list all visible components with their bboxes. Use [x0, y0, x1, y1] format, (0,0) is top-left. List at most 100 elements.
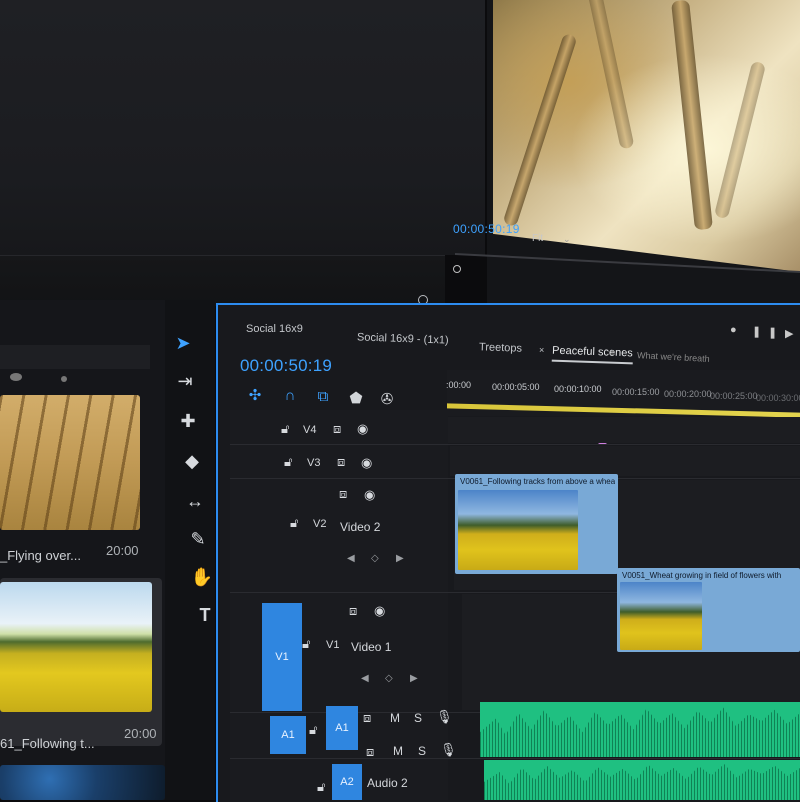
tab-peaceful-scenes[interactable]: Peaceful scenes — [551, 344, 633, 365]
program-timecode[interactable]: 00:00:50:19 — [453, 222, 520, 236]
solo-button[interactable]: S — [418, 744, 426, 758]
sync-lock-icon[interactable]: ⧈ — [333, 421, 341, 437]
eye-icon[interactable]: ◉ — [361, 455, 372, 471]
ruler-tick-label: 00:00:20:00 — [664, 389, 712, 399]
source-monitor-controls — [0, 255, 445, 306]
track-target-a2[interactable]: A2 — [332, 764, 362, 800]
clip-duration: 20:00 — [124, 726, 157, 741]
eye-icon[interactable]: ◉ — [357, 421, 368, 437]
add-keyframe-icon[interactable]: ◇ — [385, 673, 393, 684]
clip-thumbnail[interactable] — [0, 765, 165, 800]
track-label-v2: V2 — [313, 518, 327, 530]
sync-lock-icon[interactable]: ⧈ — [366, 744, 374, 760]
microphone-icon[interactable]: 🎙︎ — [436, 709, 453, 725]
next-keyframe-icon[interactable]: ▶ — [410, 673, 418, 684]
tab-menu-icon[interactable]: ≡ — [610, 348, 615, 358]
audio-clip-a1[interactable] — [480, 702, 800, 757]
clip-thumbnail — [620, 582, 702, 650]
ruler-tick-label: :00:00 — [446, 380, 472, 390]
clip-title: V0051_Wheat growing in field of flowers … — [622, 571, 782, 580]
track-divider — [230, 758, 800, 759]
linked-selection-icon[interactable]: ⧉ — [313, 386, 333, 406]
clip-title: V0061_Following tracks from above a whea… — [460, 477, 615, 486]
video-clip-v2[interactable]: V0061_Following tracks from above a whea… — [455, 474, 618, 574]
tools-panel: ➤ ⇥ ✚ ◆ ↔ ✎ ✋ T — [165, 300, 215, 800]
source-monitor — [0, 0, 485, 255]
project-search-bar[interactable] — [0, 345, 150, 369]
lock-icon[interactable]: 🔓︎ — [290, 515, 298, 531]
tab-treetops[interactable]: Treetops — [479, 341, 522, 354]
track-name-video-2: Video 2 — [340, 520, 381, 534]
chevron-down-icon[interactable]: ⌄ — [563, 234, 571, 245]
add-marker-icon[interactable]: ● — [730, 324, 737, 336]
zoom-fit-select[interactable]: Fit — [532, 233, 543, 244]
program-video-frame — [493, 0, 800, 272]
razor-tool-icon[interactable]: ◆ — [179, 448, 205, 474]
sync-lock-icon[interactable]: ⧈ — [337, 454, 345, 470]
panel-options-icon[interactable]: ❚ — [768, 326, 777, 339]
prev-keyframe-icon[interactable]: ◀ — [361, 673, 369, 684]
audio-clip-a2[interactable] — [484, 760, 800, 800]
nest-sequence-icon[interactable]: ✣ — [245, 385, 265, 405]
solo-button[interactable]: S — [414, 711, 422, 725]
ruler-tick-label: 00:00:05:00 — [492, 382, 540, 392]
video-clip-v1[interactable]: V0051_Wheat growing in field of flowers … — [617, 568, 800, 652]
ruler-tick-label: 00:00:25:00 — [710, 391, 758, 401]
clip-name: _Flying over... — [0, 548, 81, 563]
sync-lock-icon[interactable]: ⧈ — [339, 486, 347, 502]
track-label-v1: V1 — [326, 639, 340, 651]
source-patch-v1[interactable]: V1 — [262, 603, 302, 711]
play-icon[interactable]: ▶ — [785, 327, 793, 340]
slip-tool-icon[interactable]: ↔ — [182, 488, 208, 514]
track-name-audio-2: Audio 2 — [367, 776, 408, 790]
mute-button[interactable]: M — [393, 744, 403, 758]
selection-tool-icon[interactable]: ➤ — [170, 330, 196, 356]
pen-tool-icon[interactable]: ✎ — [185, 526, 211, 552]
close-icon[interactable]: × — [539, 345, 544, 355]
sync-lock-icon[interactable]: ⧈ — [349, 603, 357, 619]
slider-handle-icon[interactable] — [61, 376, 67, 382]
next-keyframe-icon[interactable]: ▶ — [396, 553, 404, 564]
source-patch-a1[interactable]: A1 — [270, 716, 306, 754]
ruler-tick-label: 00:00:15:00 — [612, 387, 660, 397]
track-name-video-1: Video 1 — [351, 640, 392, 654]
microphone-icon[interactable]: 🎙︎ — [440, 742, 457, 758]
eye-icon[interactable]: ◉ — [364, 487, 375, 503]
lock-icon[interactable]: 🔓︎ — [317, 779, 325, 795]
clip-duration: 20:00 — [106, 543, 139, 558]
track-target-a1[interactable]: A1 — [326, 706, 358, 750]
ripple-edit-tool-icon[interactable]: ✚ — [175, 408, 201, 434]
audio-waveform — [480, 707, 800, 757]
type-tool-icon[interactable]: T — [192, 602, 218, 628]
prev-keyframe-icon[interactable]: ◀ — [347, 553, 355, 564]
lock-icon[interactable]: 🔓︎ — [309, 722, 317, 738]
add-keyframe-icon[interactable]: ◇ — [371, 553, 379, 564]
tab-social-16x9[interactable]: Social 16x9 — [246, 323, 303, 335]
clip-thumbnail[interactable] — [0, 582, 152, 712]
timeline-timecode[interactable]: 00:00:50:19 — [240, 356, 332, 376]
track-lane-v4[interactable] — [448, 417, 800, 443]
audio-waveform — [484, 764, 800, 800]
panel-options-icon[interactable]: ❚ — [752, 325, 761, 338]
mute-button[interactable]: M — [390, 711, 400, 725]
clip-name: 61_Following t... — [0, 736, 95, 751]
track-select-tool-icon[interactable]: ⇥ — [172, 368, 198, 394]
eye-icon[interactable]: ◉ — [374, 603, 385, 619]
marker-icon[interactable]: ⬟ — [346, 388, 366, 408]
program-playhead[interactable] — [453, 265, 461, 273]
eye-icon[interactable] — [10, 373, 22, 381]
track-label-v3: V3 — [307, 457, 321, 469]
clip-thumbnail[interactable] — [0, 395, 140, 530]
hand-tool-icon[interactable]: ✋ — [189, 564, 215, 590]
sync-lock-icon[interactable]: ⧈ — [363, 710, 371, 726]
track-label-v4: V4 — [303, 424, 317, 436]
track-divider — [230, 444, 800, 445]
lock-icon[interactable]: 🔓︎ — [302, 636, 310, 652]
ruler-tick-label: 00:00:10:00 — [554, 384, 602, 394]
wrench-icon[interactable]: ✇ — [377, 389, 397, 409]
lock-icon[interactable]: 🔓︎ — [281, 421, 289, 437]
ruler-tick-label: 00:00:30:00 — [756, 393, 800, 403]
snap-magnet-icon[interactable]: ∩ — [280, 385, 300, 405]
track-lane-v3[interactable] — [450, 446, 800, 476]
lock-icon[interactable]: 🔓︎ — [284, 454, 292, 470]
